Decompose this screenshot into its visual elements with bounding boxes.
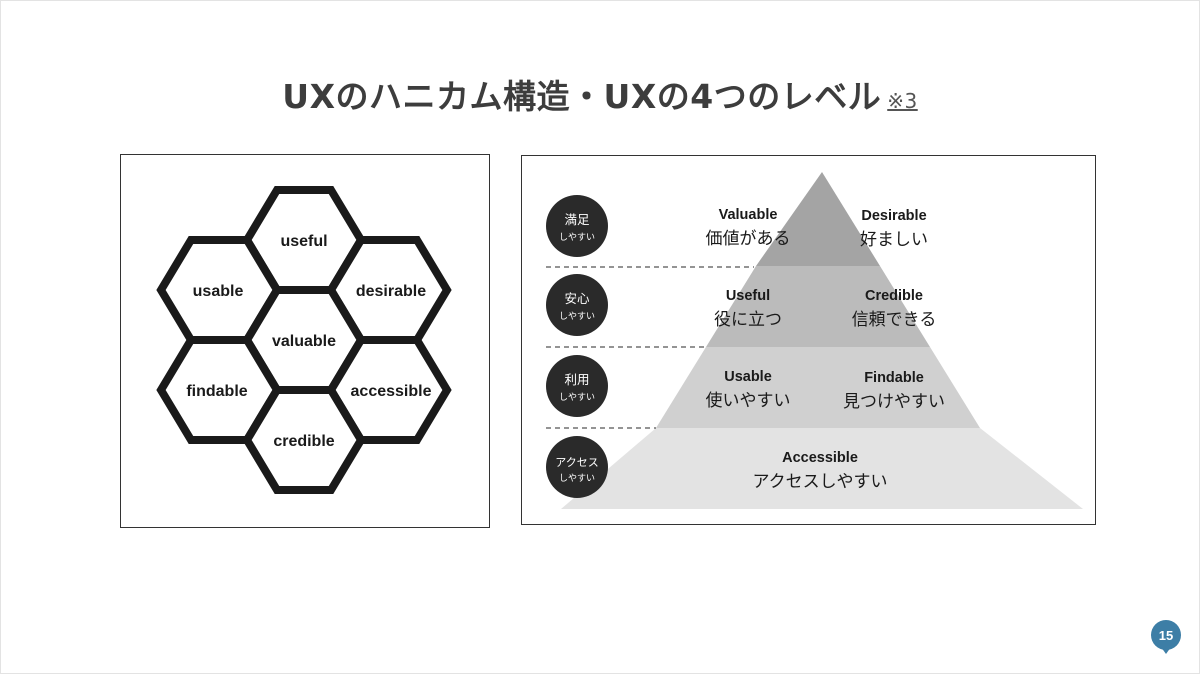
pyramid-label-accessible-ja: アクセスしやすい — [753, 472, 888, 492]
pyramid-diagram: 満足 しやすい 安心 しやすい 利用 しやすい アクセス しやすい Valuab… — [546, 172, 1083, 509]
hex-label-credible: credible — [273, 433, 334, 450]
pyramid-label-usable-ja: 使いやすい — [706, 390, 791, 411]
honeycomb-diagram: useful usable desirable valuable findabl… — [156, 186, 452, 494]
level-badge-usage: 利用 しやすい — [546, 355, 608, 417]
level-badge-access-sub: しやすい — [559, 473, 595, 484]
level-badge-trust-sub: しやすい — [559, 311, 595, 322]
level-badge-access-title: アクセス — [555, 456, 598, 469]
slide-title-text: UXのハニカム構造・UXの4つのレベル — [282, 77, 882, 116]
level-badge-usage-sub: しやすい — [559, 392, 595, 403]
reference-note-link[interactable]: ※3 — [887, 89, 917, 113]
pyramid-label-useful-ja: 役に立つ — [714, 310, 782, 330]
pyramid-label-useful-en: Useful — [726, 288, 770, 304]
pyramid-band-usage — [656, 347, 980, 428]
pyramid-label-findable-en: Findable — [864, 370, 924, 386]
hex-label-useful: useful — [280, 233, 327, 250]
pyramid-panel: 満足 しやすい 安心 しやすい 利用 しやすい アクセス しやすい Valuab… — [521, 155, 1096, 525]
level-badge-access: アクセス しやすい — [546, 436, 608, 498]
pyramid-label-valuable-en: Valuable — [719, 207, 778, 223]
pyramid-band-trust — [706, 266, 930, 347]
page-number: 15 — [1158, 628, 1174, 643]
level-badge-satisfaction-sub: しやすい — [559, 232, 595, 243]
hex-label-valuable: valuable — [272, 333, 336, 350]
pyramid-label-usable-en: Usable — [724, 369, 772, 385]
hex-label-accessible: accessible — [351, 383, 432, 400]
pyramid-band-access — [561, 428, 1083, 509]
level-badge-satisfaction-title: 満足 — [564, 212, 590, 227]
hex-label-findable: findable — [186, 383, 247, 400]
slide-title: UXのハニカム構造・UXの4つのレベル ※3 — [0, 70, 1200, 118]
pyramid-label-credible-ja: 信頼できる — [852, 310, 937, 330]
hex-label-usable: usable — [193, 283, 244, 300]
pyramid-label-accessible-en: Accessible — [782, 450, 858, 466]
pyramid-label-valuable-ja: 価値がある — [706, 229, 791, 249]
level-badge-satisfaction: 満足 しやすい — [546, 195, 608, 257]
hex-label-desirable: desirable — [356, 283, 426, 300]
level-badge-trust: 安心 しやすい — [546, 274, 608, 336]
pyramid-label-desirable-en: Desirable — [861, 208, 926, 224]
pyramid-label-desirable-ja: 好ましい — [860, 230, 928, 250]
pyramid-label-credible-en: Credible — [865, 288, 923, 304]
level-badge-usage-title: 利用 — [564, 372, 589, 387]
honeycomb-panel: useful usable desirable valuable findabl… — [120, 154, 490, 528]
level-badge-trust-title: 安心 — [564, 291, 590, 306]
pyramid-label-findable-ja: 見つけやすい — [843, 392, 945, 412]
